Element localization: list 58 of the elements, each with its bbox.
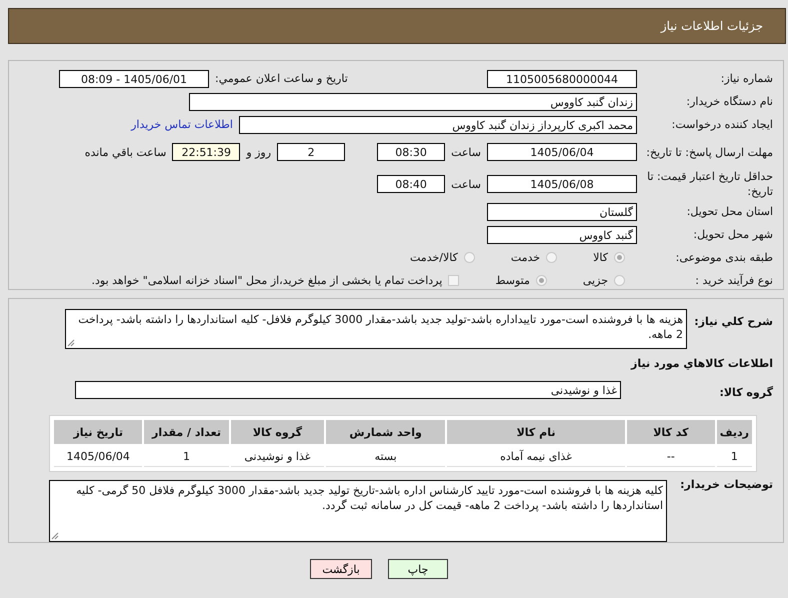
deadline-time-field: 08:30 <box>377 143 446 161</box>
field-label: گروه کالا: <box>718 385 773 399</box>
requester-field: محمد اکبری کارپرداز زندان گنبد کاووس <box>239 116 637 134</box>
column-header: تاریخ نیاز <box>54 420 142 444</box>
description-box: هزینه ها با فروشنده است-مورد تاییداداره باشد-تولید جدید باشد-مقدار 3000 کیلوگرم فلافل- کلیه استانداردها را داشته باشد- پرداخت 2 ماهه. <box>65 309 687 349</box>
column-header: نام کالا <box>446 420 626 444</box>
radio-button[interactable] <box>464 252 475 263</box>
city-field: گنبد کاووس <box>487 226 637 244</box>
field-label: مهلت ارسال پاسخ: تا تاریخ: <box>645 144 773 160</box>
validity-date-field: 1405/06/08 <box>487 175 637 193</box>
time-label: ساعت <box>451 178 481 190</box>
treasury-note: پرداخت تمام یا بخشی از مبلغ خرید،از محل "اسناد خزانه اسلامی" خواهد بود. <box>92 274 442 287</box>
column-header: ردیف <box>716 420 752 444</box>
need-number-field: 1105005680000044 <box>487 70 637 88</box>
radio-button[interactable] <box>536 275 547 286</box>
buyer-name-field: زندان گنبد کاووس <box>189 92 637 110</box>
deadline-date-field: 1405/06/04 <box>487 143 637 161</box>
column-header: کد کالا <box>627 420 715 444</box>
field-label: حداقل تاریخ اعتبار قیمت: تا تاریخ: <box>646 169 773 199</box>
field-label: نام دستگاه خریدار: <box>685 94 773 109</box>
radio-label: کالا/خدمت <box>410 251 458 264</box>
action-button[interactable]: چاپ <box>388 559 448 579</box>
radio-button[interactable] <box>614 275 625 286</box>
field-label: شرح کلي نیاز: <box>693 314 773 328</box>
remaining-time-field: 22:51:39 <box>172 143 240 161</box>
resize-grip-icon <box>67 339 75 347</box>
resize-grip-icon <box>51 532 59 540</box>
time-label: ساعت <box>451 146 481 158</box>
days-field: 2 <box>277 143 346 161</box>
radio-button[interactable] <box>546 252 558 263</box>
field-label: استان محل تحویل: <box>686 204 773 219</box>
radio-label: جزیی <box>582 274 608 287</box>
field-label: ایجاد کننده درخواست: <box>670 117 773 132</box>
days-label: روز و <box>246 146 272 158</box>
column-header: واحد شمارش <box>326 420 445 444</box>
section-title: اطلاعات کالاهاي مورد نیاز <box>630 356 773 372</box>
radio-label: متوسط <box>495 274 530 287</box>
goods-group-field: غذا و نوشیدنی <box>75 380 621 398</box>
radio-button[interactable] <box>614 252 625 263</box>
field-label: تاریخ و ساعت اعلان عمومي: <box>215 72 348 85</box>
validity-time-field: 08:40 <box>377 175 446 193</box>
radio-label: کالا <box>593 251 608 264</box>
buyer-notes-box: کلیه هزینه ها با فروشنده است-مورد تایید کارشناس اداره باشد-تاریخ تولید جدید باشد-مقدار 3000 کیلوگرم فلافل 50 گرمی- کلیه استانداردها را داشته باشد- پرداخت 2 ماهه- قیمت کل در سامانه ثبت گردد. <box>49 480 667 542</box>
announce-date-field: 1405/06/01 - 08:09 <box>59 70 209 88</box>
action-button[interactable]: بازگشت <box>310 559 372 579</box>
column-header: تعداد / مقدار <box>144 420 229 444</box>
field-label: طبقه بندی موضوعی: <box>674 250 773 265</box>
remaining-label: ساعت باقي مانده <box>84 146 166 158</box>
column-header: گروه کالا <box>230 420 324 444</box>
contact-link[interactable]: اطلاعات تماس خریدار <box>131 118 233 131</box>
field-label: نوع فرآیند خرید : <box>694 273 773 288</box>
page-title: جزئیات اطلاعات نیاز <box>660 19 763 33</box>
radio-label: خدمت <box>510 251 540 264</box>
field-label: شهر محل تحویل: <box>692 227 773 242</box>
field-label: شماره نیاز: <box>720 71 773 86</box>
checkbox[interactable] <box>448 275 460 286</box>
field-label: توضیحات خریدار: <box>679 477 773 491</box>
province-field: گلستان <box>487 202 637 220</box>
